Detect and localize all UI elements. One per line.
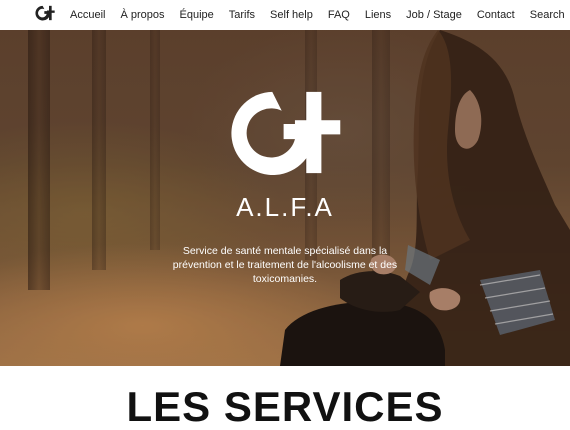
main-nav: Accueil À propos Équipe Tarifs Self help… — [70, 0, 570, 30]
nav-item-equipe[interactable]: Équipe — [172, 9, 221, 21]
nav-item-faq[interactable]: FAQ — [320, 9, 357, 21]
nav-item-a-propos[interactable]: À propos — [113, 9, 172, 21]
top-navigation-bar: Accueil À propos Équipe Tarifs Self help… — [0, 0, 570, 30]
nav-item-tarifs[interactable]: Tarifs — [221, 9, 262, 21]
nav-item-search[interactable]: Search — [522, 9, 570, 21]
hero-subtitle: Service de santé mentale spécialisé dans… — [172, 245, 398, 285]
nav-item-accueil[interactable]: Accueil — [70, 9, 113, 21]
nav-item-liens[interactable]: Liens — [357, 9, 398, 21]
services-heading: LES SERVICES — [126, 383, 444, 430]
alfa-logo-icon — [231, 91, 341, 175]
nav-item-job-stage[interactable]: Job / Stage — [399, 9, 470, 21]
nav-item-self-help[interactable]: Self help — [263, 9, 321, 21]
alfa-logo-icon[interactable] — [35, 5, 55, 21]
nav-item-contact[interactable]: Contact — [469, 9, 522, 21]
services-section: LES SERVICES — [0, 366, 570, 430]
hero-title: A.L.F.A — [236, 192, 334, 222]
hero-banner: A.L.F.A Service de santé mentale spécial… — [0, 30, 570, 366]
